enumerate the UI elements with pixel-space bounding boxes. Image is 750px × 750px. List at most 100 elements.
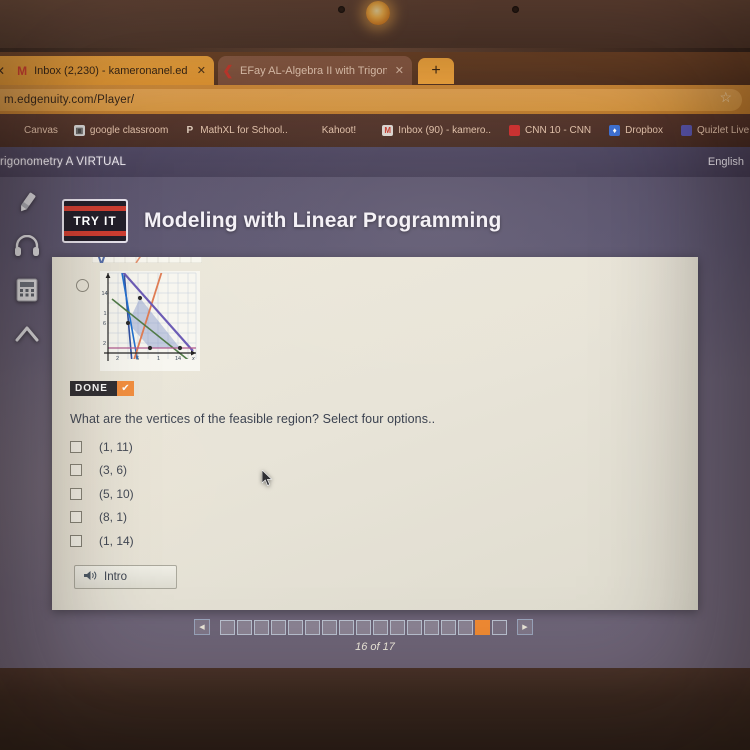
badge-stripe-bottom	[64, 231, 126, 236]
bookmark-dropbox[interactable]: ♦ Dropbox	[599, 125, 671, 136]
bookmark-kahoot[interactable]: Kahoot!	[296, 125, 364, 136]
answer-option[interactable]: (5, 10)	[70, 482, 134, 506]
checkbox[interactable]	[70, 487, 82, 500]
checkbox[interactable]	[70, 511, 82, 524]
browser-tab-edgenuity[interactable]: ❮ EFay AL-Algebra II with Trigon ✕	[218, 56, 412, 85]
edgenuity-icon: ❮	[222, 62, 234, 78]
page-box-4[interactable]	[271, 619, 286, 635]
lesson-header: TRY IT Modeling with Linear Programming	[62, 199, 502, 243]
page-box-1[interactable]	[220, 619, 235, 635]
page-box-13[interactable]	[424, 619, 439, 635]
svg-text:2: 2	[116, 356, 119, 362]
answer-options-list: (1, 11) (3, 6) (5, 10) (8, 1) (1, 14)	[70, 435, 134, 553]
answer-option[interactable]: (1, 11)	[70, 435, 134, 459]
course-header: rigonometry A VIRTUAL English	[0, 147, 750, 177]
page-box-3[interactable]	[254, 619, 269, 635]
page-box-2[interactable]	[237, 619, 252, 635]
svg-text:6: 6	[103, 321, 106, 327]
address-input[interactable]: m.edgenuity.com/Player/	[0, 89, 742, 111]
up-arrow-icon[interactable]	[12, 319, 42, 349]
answer-option-label: (5, 10)	[99, 486, 134, 501]
quizlet-icon	[680, 125, 692, 136]
gmail-icon: M	[382, 125, 394, 136]
svg-text:6: 6	[136, 356, 139, 362]
bookmark-label: Dropbox	[625, 125, 663, 136]
tool-rail	[6, 179, 48, 367]
lesson-pagination: ◀ ▶ 16 of 17	[0, 619, 750, 665]
bookmark-label: CNN 10 - CNN	[525, 125, 592, 136]
bookmark-cnn10[interactable]: CNN 10 - CNN	[499, 125, 599, 136]
page-box-14[interactable]	[441, 619, 456, 635]
answer-option-label: (8, 1)	[99, 510, 128, 525]
page-box-11[interactable]	[390, 619, 405, 635]
browser-tabstrip: ✕ M Inbox (2,230) - kameronanel.ed ✕ ❮ E…	[0, 52, 750, 85]
bookmark-label: Canvas	[24, 125, 58, 136]
bookmark-label: Inbox (90) - kamero..	[398, 125, 492, 136]
course-title: rigonometry A VIRTUAL	[0, 156, 127, 168]
page-box-12[interactable]	[407, 619, 422, 635]
browser-url-bar: m.edgenuity.com/Player/	[0, 85, 750, 114]
browser-chrome: ✕ M Inbox (2,230) - kameronanel.ed ✕ ❮ E…	[0, 52, 750, 147]
answer-option-label: (1, 14)	[99, 533, 134, 548]
page-box-5[interactable]	[288, 619, 303, 635]
language-selector[interactable]: English	[708, 156, 750, 168]
prev-page-button[interactable]: ◀	[194, 619, 210, 635]
tab-close-icon[interactable]: ✕	[189, 64, 214, 77]
mathxl-icon: P	[186, 125, 194, 136]
checkbox[interactable]	[70, 534, 82, 547]
done-label: DONE	[75, 383, 108, 394]
tab-close-icon-left[interactable]: ✕	[0, 64, 12, 78]
intro-label: Intro	[104, 571, 128, 583]
laptop-bottom-bezel: hp	[0, 668, 750, 750]
answer-option[interactable]: (1, 14)	[70, 529, 134, 553]
microphone-hole-left	[338, 6, 345, 13]
checkbox[interactable]	[70, 440, 82, 453]
microphone-hole-right	[512, 6, 519, 13]
answer-option-label: (3, 6)	[99, 463, 128, 478]
bookmark-star-icon[interactable]: ☆	[719, 89, 732, 106]
page-counter: 16 of 17	[355, 641, 395, 653]
page-box-7[interactable]	[322, 619, 337, 635]
page-box-15[interactable]	[458, 619, 473, 635]
laptop-top-bezel	[0, 0, 750, 52]
bookmark-quizlet-live[interactable]: Quizlet Live | Quizle	[671, 125, 750, 136]
highlighter-icon[interactable]	[12, 187, 42, 217]
try-it-badge: TRY IT	[62, 199, 128, 243]
bookmark-mathxl[interactable]: P MathXL for School..	[176, 125, 295, 136]
question-card: 14 1 6 2 2 6 1 14 x DONE ✔ What are the	[52, 257, 698, 610]
svg-text:14: 14	[175, 356, 181, 362]
try-it-label: TRY IT	[73, 214, 117, 228]
tab-title: Inbox (2,230) - kameronanel.ed	[34, 64, 188, 77]
page-box-9[interactable]	[356, 619, 371, 635]
answer-option[interactable]: (8, 1)	[70, 506, 134, 530]
svg-text:x: x	[191, 356, 195, 362]
bookmark-canvas[interactable]: Canvas	[0, 125, 66, 136]
bookmark-label: Kahoot!	[321, 125, 357, 136]
page-box-17[interactable]	[492, 619, 507, 635]
page-box-16-current[interactable]	[475, 619, 490, 635]
feasible-region-graph: 14 1 6 2 2 6 1 14 x	[100, 271, 200, 371]
browser-tab-gmail[interactable]: ✕ M Inbox (2,230) - kameronanel.ed ✕	[0, 56, 214, 85]
svg-text:1: 1	[157, 356, 160, 362]
page-title: Modeling with Linear Programming	[144, 209, 502, 232]
intro-audio-button[interactable]: Intro	[74, 565, 177, 589]
bookmark-label: google classroom	[89, 125, 169, 136]
bookmark-google-classroom[interactable]: ▣ google classroom	[66, 125, 176, 136]
gmail-icon: M	[17, 63, 28, 78]
new-tab-button[interactable]: +	[418, 58, 454, 84]
scrolled-content-sliver	[92, 257, 202, 263]
checkbox[interactable]	[70, 464, 82, 477]
next-page-button[interactable]: ▶	[517, 619, 533, 635]
laptop-photo-screenshot: ✕ M Inbox (2,230) - kameronanel.ed ✕ ❮ E…	[0, 0, 750, 750]
headphones-icon[interactable]	[12, 231, 42, 261]
question-text: What are the vertices of the feasible re…	[70, 412, 436, 426]
page-box-10[interactable]	[373, 619, 388, 635]
google-classroom-icon: ▣	[73, 125, 85, 136]
answer-option[interactable]: (3, 6)	[70, 459, 134, 483]
page-box-8[interactable]	[339, 619, 354, 635]
tab-close-icon[interactable]: ✕	[387, 64, 412, 77]
calculator-icon[interactable]	[12, 275, 42, 305]
page-box-6[interactable]	[305, 619, 320, 635]
bookmark-gmail-inbox[interactable]: M Inbox (90) - kamero..	[364, 125, 499, 136]
answer-radio-button[interactable]	[76, 279, 89, 292]
